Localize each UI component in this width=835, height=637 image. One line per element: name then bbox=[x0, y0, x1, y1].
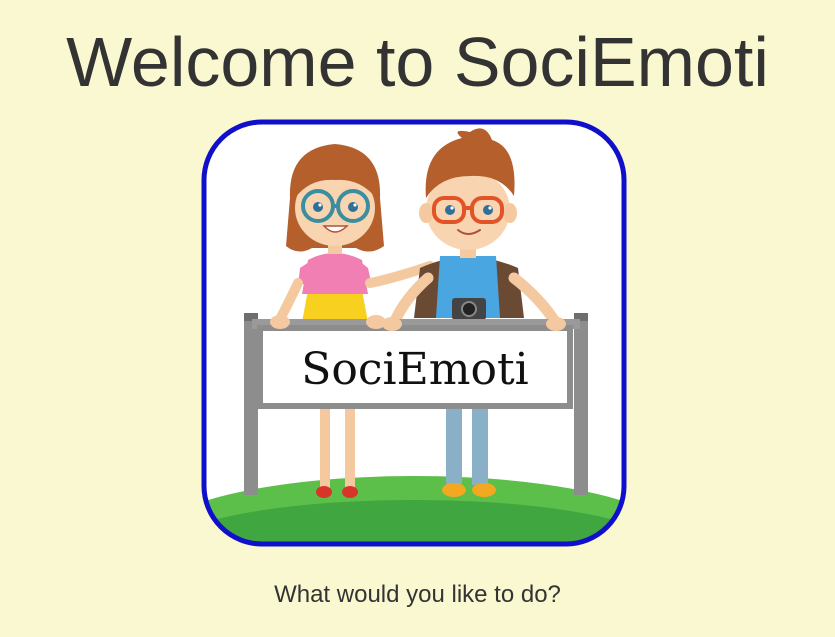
page-title: Welcome to SociEmoti bbox=[66, 23, 769, 101]
sign-text: SociEmoti bbox=[301, 344, 528, 395]
sociemoti-logo: SociEmoti bbox=[200, 118, 628, 548]
action-prompt: What would you like to do? bbox=[274, 581, 561, 608]
